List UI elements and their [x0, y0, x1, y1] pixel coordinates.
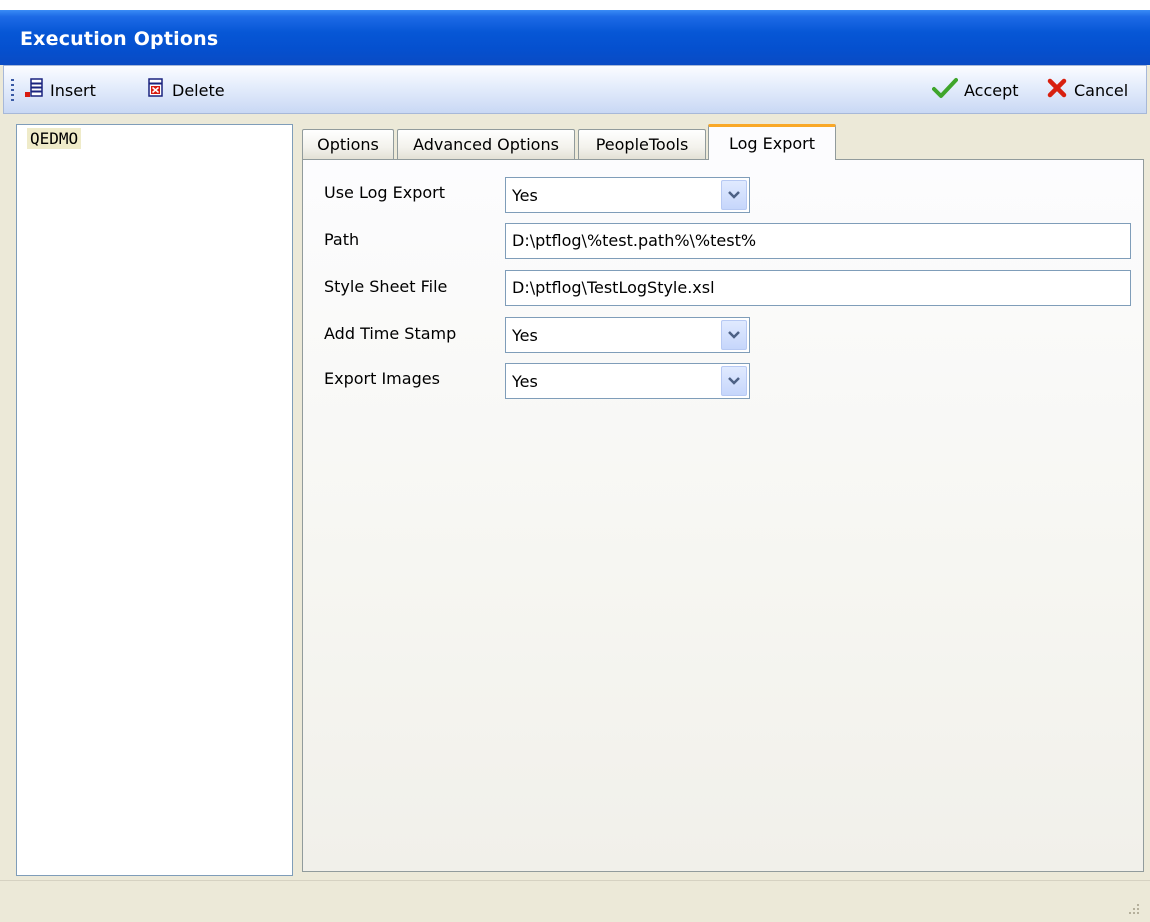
tab-label: Options: [317, 135, 379, 154]
selected-value: Yes: [512, 186, 538, 205]
window-title: Execution Options: [20, 28, 219, 50]
path-input[interactable]: D:\ptflog\%test.path%\%test%: [505, 223, 1131, 259]
export-images-label: Export Images: [324, 369, 440, 388]
delete-row-icon: [146, 77, 166, 103]
style-sheet-file-label: Style Sheet File: [324, 277, 448, 296]
tab-label: PeopleTools: [595, 135, 689, 154]
selected-value: Yes: [512, 326, 538, 345]
use-log-export-select[interactable]: Yes: [505, 177, 750, 213]
execution-options-dialog: Execution Options Insert Delete Accept C…: [0, 10, 1150, 922]
chevron-down-icon[interactable]: [721, 320, 747, 350]
chevron-down-icon[interactable]: [721, 366, 747, 396]
accept-label: Accept: [964, 80, 1019, 100]
tree-pane: QEDMO: [16, 124, 293, 876]
status-bar: [0, 880, 1150, 922]
tab-label: Log Export: [728, 134, 816, 153]
tab-advanced-options[interactable]: Advanced Options: [397, 129, 575, 159]
cancel-label: Cancel: [1074, 80, 1129, 100]
add-time-stamp-select[interactable]: Yes: [505, 317, 750, 353]
style-sheet-file-value: D:\ptflog\TestLogStyle.xsl: [512, 278, 715, 297]
tab-log-export[interactable]: Log Export: [708, 124, 836, 160]
toolbar-grip[interactable]: [11, 79, 14, 101]
title-bar[interactable]: Execution Options: [0, 10, 1150, 65]
path-value: D:\ptflog\%test.path%\%test%: [512, 231, 757, 250]
toolbar: Insert Delete Accept Cancel: [3, 65, 1147, 114]
insert-label: Insert: [50, 80, 96, 100]
use-log-export-label: Use Log Export: [324, 183, 446, 202]
accept-button[interactable]: Accept: [932, 77, 1019, 103]
add-time-stamp-label: Add Time Stamp: [324, 324, 457, 343]
export-images-select[interactable]: Yes: [505, 363, 750, 399]
checkmark-icon: [932, 77, 958, 103]
chevron-down-icon[interactable]: [721, 180, 747, 210]
selected-value: Yes: [512, 372, 538, 391]
options-pane: Options Advanced Options PeopleTools Log…: [296, 122, 1148, 882]
tree-item[interactable]: QEDMO: [27, 128, 82, 149]
path-label: Path: [324, 230, 360, 249]
tab-options[interactable]: Options: [302, 129, 394, 159]
tab-peopletools[interactable]: PeopleTools: [578, 129, 706, 159]
log-export-panel: Use Log Export Yes Path D:\ptflog\%test.…: [302, 159, 1144, 872]
cancel-button[interactable]: Cancel: [1046, 77, 1128, 103]
style-sheet-file-input[interactable]: D:\ptflog\TestLogStyle.xsl: [505, 270, 1131, 306]
resize-grip-icon[interactable]: [1126, 900, 1140, 914]
delete-button[interactable]: Delete: [146, 77, 225, 103]
tab-label: Advanced Options: [413, 135, 559, 154]
insert-button[interactable]: Insert: [22, 77, 96, 103]
x-icon: [1046, 77, 1068, 103]
delete-label: Delete: [172, 80, 225, 100]
insert-row-icon: [22, 77, 44, 103]
